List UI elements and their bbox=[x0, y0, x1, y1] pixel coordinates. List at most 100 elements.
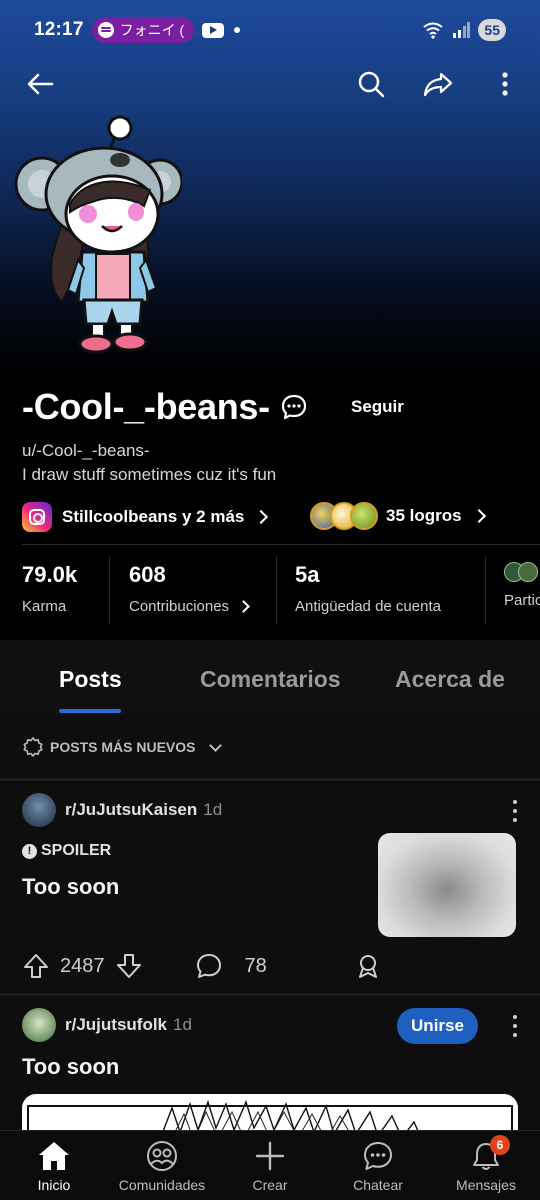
post-actions: 2487 78 bbox=[22, 951, 381, 981]
nav-inbox[interactable]: 6 Mensajes bbox=[436, 1135, 536, 1199]
stat-value: 5a bbox=[295, 562, 320, 587]
chevron-down-icon bbox=[209, 738, 223, 752]
alert-icon: ! bbox=[22, 843, 37, 859]
tab-comments[interactable]: Comentarios bbox=[200, 666, 341, 693]
profile-display-name: -Cool-_-beans- bbox=[22, 386, 270, 427]
profile-bio: I draw stuff sometimes cuz it's fun bbox=[22, 465, 277, 484]
post-time: 1d bbox=[203, 800, 223, 819]
sort-dropdown[interactable]: POSTS MÁS NUEVOS bbox=[22, 736, 223, 758]
media-title: フォニイ ( bbox=[119, 22, 185, 38]
spoiler-flair: ! SPOILER bbox=[22, 842, 111, 860]
chat-icon bbox=[364, 1142, 392, 1170]
post-options-button[interactable] bbox=[512, 800, 518, 822]
top-navigation bbox=[0, 56, 540, 112]
post-thumbnail-blurred[interactable] bbox=[378, 833, 516, 937]
join-button[interactable]: Unirse bbox=[397, 1008, 478, 1044]
post-title: Too soon bbox=[22, 1054, 120, 1079]
instagram-icon bbox=[22, 502, 52, 532]
downvote-icon[interactable] bbox=[115, 952, 143, 980]
plus-icon bbox=[255, 1141, 285, 1171]
battery-level: 55 bbox=[484, 22, 500, 38]
nav-home[interactable]: Inicio bbox=[4, 1139, 104, 1199]
subreddit-name: r/Jujutsufolk bbox=[65, 1015, 168, 1034]
stat-karma: 79.0k Karma bbox=[22, 556, 77, 626]
profile-avatar[interactable] bbox=[12, 112, 182, 357]
nav-label: Mensajes bbox=[456, 1177, 516, 1193]
comment-icon[interactable] bbox=[195, 952, 223, 980]
status-time: 12:17 bbox=[34, 19, 84, 40]
post-card[interactable]: r/Jujutsufolk 1d Unirse Too soon bbox=[0, 996, 540, 1130]
chat-bubble-icon bbox=[281, 394, 307, 420]
share-icon bbox=[423, 72, 453, 97]
post-image-preview[interactable] bbox=[22, 1094, 518, 1130]
stat-label-row: Contribuciones bbox=[129, 598, 250, 615]
sketch-preview bbox=[27, 1099, 513, 1130]
stat-value: 79.0k bbox=[22, 562, 78, 587]
divider bbox=[109, 556, 110, 624]
divider bbox=[22, 544, 540, 545]
profile-stats: 79.0k Karma 608 Contribuciones 5a Antigü… bbox=[0, 556, 540, 626]
stat-account-age: 5a Antigüedad de cuenta bbox=[295, 556, 441, 626]
social-links[interactable]: Stillcoolbeans y 2 más bbox=[22, 502, 269, 532]
wifi-icon bbox=[423, 22, 444, 39]
nav-label: Chatear bbox=[353, 1177, 403, 1193]
chevron-right-icon bbox=[471, 508, 486, 524]
comment-count: 78 bbox=[244, 954, 267, 977]
chevron-right-icon bbox=[237, 600, 250, 613]
youtube-icon bbox=[202, 22, 225, 38]
share-button[interactable] bbox=[420, 66, 456, 102]
subreddit-name-row[interactable]: r/Jujutsufolk 1d bbox=[65, 1015, 192, 1035]
vote-count: 2487 bbox=[60, 954, 105, 977]
profile-handle: u/-Cool-_-beans- bbox=[22, 441, 150, 460]
award-icon[interactable] bbox=[355, 952, 381, 980]
stat-label: Contribuciones bbox=[129, 598, 230, 615]
flair-label: SPOILER bbox=[41, 842, 112, 859]
nav-icon-wrap bbox=[144, 1139, 180, 1173]
post-card[interactable]: r/JuJutsuKaisen 1d ! SPOILER Too soon 248… bbox=[0, 781, 540, 993]
back-arrow-icon bbox=[27, 73, 54, 95]
bottom-navigation: Inicio Comunidades Crear Chatear 6 Mensa… bbox=[0, 1130, 540, 1200]
achievements-link[interactable]: 35 logros bbox=[310, 500, 486, 532]
status-bar: 12:17 フォニイ ( 55 bbox=[0, 0, 540, 60]
search-icon bbox=[358, 71, 385, 98]
subreddit-avatar[interactable] bbox=[22, 1008, 56, 1042]
sort-badge-icon bbox=[23, 737, 43, 757]
nav-create[interactable]: Crear bbox=[220, 1139, 320, 1199]
post-time: 1d bbox=[173, 1015, 192, 1034]
stat-value: 608 bbox=[129, 562, 166, 587]
signal-icon bbox=[453, 22, 471, 38]
follow-button[interactable]: Seguir bbox=[351, 397, 404, 417]
search-button[interactable] bbox=[353, 66, 389, 102]
nav-icon-wrap bbox=[36, 1139, 72, 1173]
nav-label: Crear bbox=[252, 1177, 288, 1193]
divider bbox=[485, 556, 486, 624]
tab-posts[interactable]: Posts bbox=[59, 666, 122, 693]
post-options-button[interactable] bbox=[512, 1015, 518, 1037]
more-options-button[interactable] bbox=[487, 66, 523, 102]
subreddit-name: r/JuJutsuKaisen bbox=[65, 800, 198, 819]
nav-communities[interactable]: Comunidades bbox=[112, 1139, 212, 1199]
achievement-badge-icon bbox=[350, 502, 378, 530]
subreddit-name-row[interactable]: r/JuJutsuKaisen 1d bbox=[65, 800, 222, 820]
nav-chat[interactable]: Chatear bbox=[328, 1139, 428, 1199]
active-tab-indicator bbox=[59, 709, 121, 713]
stat-icons bbox=[504, 562, 540, 582]
nav-label: Inicio bbox=[37, 1177, 71, 1193]
divider bbox=[276, 556, 277, 624]
nav-icon-wrap bbox=[252, 1139, 288, 1173]
nav-icon-wrap: 6 bbox=[468, 1135, 510, 1173]
battery-indicator: 55 bbox=[478, 19, 506, 41]
start-chat-button[interactable] bbox=[280, 393, 308, 421]
back-button[interactable] bbox=[22, 66, 58, 102]
profile-tabs: Posts Comentarios Acerca de bbox=[0, 640, 540, 714]
stat-contributions[interactable]: 608 Contribuciones bbox=[129, 556, 250, 626]
subreddit-avatar[interactable] bbox=[22, 793, 56, 827]
social-link-label: Stillcoolbeans y 2 más bbox=[62, 507, 245, 526]
media-playback-pill[interactable]: フォニイ ( bbox=[91, 17, 195, 43]
nav-icon-wrap bbox=[360, 1139, 396, 1173]
stat-participation[interactable]: Partic bbox=[504, 556, 540, 626]
achievements-label: 35 logros bbox=[386, 506, 462, 525]
tab-about[interactable]: Acerca de bbox=[395, 666, 505, 693]
upvote-icon[interactable] bbox=[22, 952, 50, 980]
chevron-right-icon bbox=[254, 509, 269, 525]
